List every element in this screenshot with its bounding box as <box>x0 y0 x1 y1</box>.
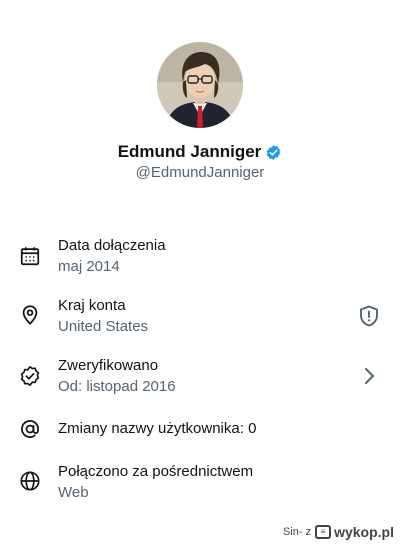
info-subtitle: maj 2014 <box>58 258 120 275</box>
avatar-photo <box>157 42 243 128</box>
info-item-connected-via: Połączono za pośrednictwem Web <box>0 462 400 512</box>
wykop-logo: ≡ wykop.pl <box>315 524 394 540</box>
avatar[interactable] <box>157 42 243 128</box>
wykop-logo-icon: ≡ <box>315 525 332 539</box>
profile-name-row: Edmund Janniger <box>0 142 400 162</box>
calendar-icon <box>19 245 41 267</box>
watermark-user: Sin- z <box>282 526 312 538</box>
info-subtitle: Web <box>58 484 89 501</box>
shield-alert-icon[interactable] <box>357 304 381 328</box>
watermark-site: wykop.pl <box>334 524 394 540</box>
info-title: Data dołączenia <box>58 237 166 254</box>
profile-handle: @EdmundJanniger <box>135 164 265 181</box>
info-item-join-date: Data dołączenia maj 2014 <box>0 236 400 286</box>
at-sign-icon <box>19 418 41 440</box>
info-title: Zmiany nazwy użytkownika: 0 <box>58 420 257 437</box>
globe-icon <box>19 470 41 492</box>
location-pin-icon <box>19 304 41 326</box>
info-subtitle: United States <box>58 318 149 335</box>
verified-badge-outline-icon <box>19 365 41 387</box>
watermark: Sin- z ≡ wykop.pl <box>283 524 394 540</box>
chevron-right-icon[interactable] <box>357 364 381 388</box>
profile-name: Edmund Janniger <box>117 142 262 161</box>
verified-badge-icon[interactable] <box>265 144 282 161</box>
info-item-username-changes: Zmiany nazwy użytkownika: 0 <box>0 416 400 466</box>
info-title: Połączono za pośrednictwem <box>58 463 254 480</box>
info-item-account-country: Kraj konta United States <box>0 296 400 346</box>
info-subtitle: Od: listopad 2016 <box>58 378 176 395</box>
info-title: Zweryfikowano <box>58 357 159 374</box>
info-item-verified[interactable]: Zweryfikowano Od: listopad 2016 <box>0 356 400 406</box>
info-title: Kraj konta <box>58 297 126 314</box>
